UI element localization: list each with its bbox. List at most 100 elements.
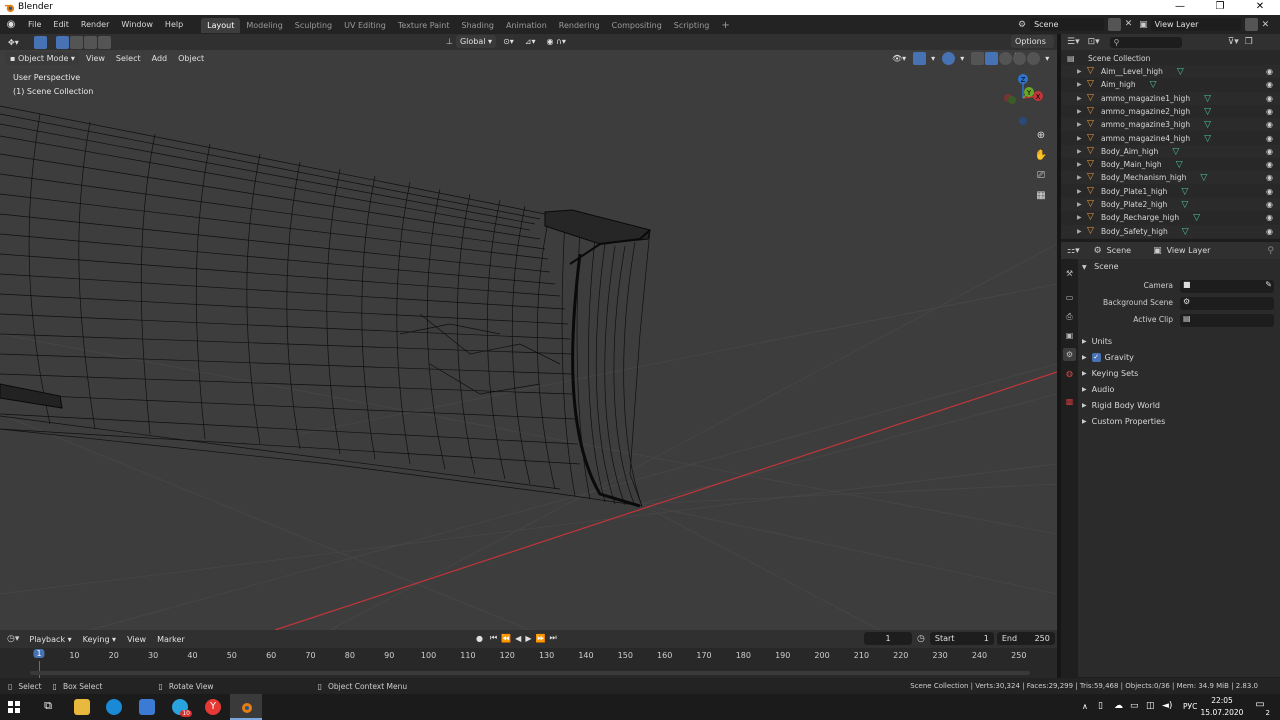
select-mode-extend-icon[interactable] <box>69 35 83 49</box>
visibility-eye-icon[interactable]: ◉ <box>1266 198 1273 211</box>
outliner-item[interactable]: ▶ ▽ ammo_magazine1_high ▽ ◉ <box>1061 91 1280 105</box>
expand-arrow-icon[interactable]: ▶ <box>1077 211 1082 224</box>
expand-arrow-icon[interactable]: ▶ <box>1077 78 1082 91</box>
select-mode-subtract-icon[interactable] <box>83 35 97 49</box>
blender-menu-icon[interactable]: ◉ <box>0 15 22 34</box>
close-button[interactable]: ✕ <box>1240 0 1280 15</box>
background-scene-field[interactable]: ⚙ <box>1180 297 1274 310</box>
output-tab-icon[interactable]: ⎙ <box>1063 310 1076 323</box>
tab-animation[interactable]: Animation <box>500 18 553 33</box>
notifications-icon[interactable]: ▭ 2 <box>1252 699 1270 717</box>
blender-taskbar-active[interactable] <box>230 694 262 720</box>
rigid-body-world-panel-header[interactable]: ▶ Rigid Body World <box>1082 397 1278 413</box>
viewport-scene[interactable] <box>0 34 1057 630</box>
outliner-item[interactable]: ▶ ▽ ammo_magazine3_high ▽ ◉ <box>1061 118 1280 132</box>
material-shading-icon[interactable] <box>1013 52 1027 65</box>
jump-keyframe-forward-icon[interactable]: ⏩ <box>535 634 545 643</box>
view-layer-tab-icon[interactable]: ▣ <box>1063 329 1076 342</box>
playback-menu[interactable]: Playback ▾ <box>25 633 75 646</box>
outliner-item[interactable]: ▶ ▽ Body_Safety_high ▽ ◉ <box>1061 224 1280 238</box>
expand-arrow-icon[interactable]: ▶ <box>1077 185 1082 198</box>
new-collection-icon[interactable]: ❐ <box>1245 37 1253 47</box>
units-panel-header[interactable]: ▶ Units <box>1082 333 1278 349</box>
record-icon[interactable]: ● <box>476 634 483 643</box>
zoom-icon[interactable]: ⊕ <box>1034 130 1048 144</box>
visibility-eye-icon[interactable]: ◉ <box>1266 65 1273 78</box>
select-mode-new-icon[interactable] <box>55 35 69 49</box>
select-mode-invert-icon[interactable] <box>97 35 111 49</box>
remove-view-layer-icon[interactable]: ✕ <box>1262 20 1270 30</box>
tab-layout[interactable]: Layout <box>201 18 241 33</box>
mesh-data-icon[interactable]: ▽ <box>1176 160 1183 170</box>
gravity-panel-header[interactable]: ▶ ✓ Gravity <box>1082 349 1278 365</box>
gravity-checkbox[interactable]: ✓ <box>1091 352 1101 362</box>
pin-icon[interactable]: ⚲ <box>1267 246 1274 256</box>
tray-chevron-icon[interactable]: ∧ <box>1082 702 1088 711</box>
scene-panel-header[interactable]: ▼ Scene <box>1082 260 1119 274</box>
visibility-eye-icon[interactable]: ◉ <box>1266 158 1273 171</box>
tab-scripting[interactable]: Scripting <box>668 18 716 33</box>
texture-tab-icon[interactable]: ▩ <box>1063 395 1076 408</box>
visibility-icon[interactable]: 👁▾ <box>888 52 910 65</box>
filter-icon[interactable]: ⊽▾ <box>1228 37 1239 47</box>
language-indicator[interactable]: РУС <box>1183 702 1197 711</box>
3d-viewport[interactable] <box>0 34 1057 630</box>
mesh-data-icon[interactable]: ▽ <box>1181 187 1188 197</box>
outliner-item[interactable]: ▶ ▽ Body_Plate1_high ▽ ◉ <box>1061 185 1280 198</box>
task-view-icon[interactable]: ⧉ <box>40 699 56 715</box>
end-frame-field[interactable]: End 250 <box>996 632 1055 645</box>
visibility-eye-icon[interactable]: ◉ <box>1266 211 1273 224</box>
visibility-eye-icon[interactable]: ◉ <box>1266 118 1273 131</box>
tray-monitor-icon[interactable]: ▭ <box>1130 701 1139 711</box>
rendered-shading-icon[interactable] <box>1027 52 1041 65</box>
menu-edit[interactable]: Edit <box>47 15 75 34</box>
outliner-item[interactable]: ▶ ▽ Body_Main_high ▽ ◉ <box>1061 158 1280 171</box>
gizmo-toggle-icon[interactable] <box>913 52 927 65</box>
wireframe-shading-icon[interactable] <box>985 52 999 65</box>
mesh-data-icon[interactable]: ▽ <box>1181 200 1188 210</box>
gizmo-dropdown-icon[interactable]: ▾ <box>927 52 939 65</box>
menu-object[interactable]: Object <box>174 52 208 65</box>
visibility-eye-icon[interactable]: ◉ <box>1266 225 1273 238</box>
visibility-eye-icon[interactable]: ◉ <box>1266 171 1273 184</box>
menu-select[interactable]: Select <box>112 52 145 65</box>
jump-keyframe-back-icon[interactable]: ⏪ <box>501 634 511 643</box>
mesh-data-icon[interactable]: ▽ <box>1182 227 1189 237</box>
snap-icon[interactable]: ⊿▾ <box>521 35 540 48</box>
expand-arrow-icon[interactable]: ▶ <box>1077 132 1082 145</box>
playhead-line[interactable] <box>39 661 40 678</box>
eyedropper-icon[interactable]: ✎ <box>1265 280 1272 289</box>
editor-type-icon[interactable]: ✥▾ <box>4 36 23 49</box>
camera-view-icon[interactable]: ⎚ <box>1034 170 1048 184</box>
expand-arrow-icon[interactable]: ▶ <box>1077 65 1082 78</box>
scene-selector[interactable]: Scene <box>1030 18 1105 31</box>
overlay-dropdown-icon[interactable]: ▾ <box>956 52 968 65</box>
outliner-item[interactable]: ▶ ▽ ammo_magazine2_high ▽ ◉ <box>1061 105 1280 118</box>
mesh-data-icon[interactable]: ▽ <box>1204 134 1211 144</box>
outliner-editor-icon[interactable]: ☰▾ <box>1067 37 1080 47</box>
outliner-item[interactable]: ▶ ▽ Body_Mechanism_high ▽ ◉ <box>1061 171 1280 185</box>
outliner-item[interactable]: ▶ ▽ Aim_high ▽ ◉ <box>1061 78 1280 91</box>
keying-sets-panel-header[interactable]: ▶ Keying Sets <box>1082 365 1278 381</box>
expand-arrow-icon[interactable]: ▶ <box>1077 225 1082 238</box>
tab-shading[interactable]: Shading <box>455 18 500 33</box>
jump-start-icon[interactable]: ⏮ <box>490 633 497 643</box>
timeline-view-menu[interactable]: View <box>123 633 150 646</box>
properties-editor-icon[interactable]: ⚏▾ <box>1067 246 1080 256</box>
tab-texture-paint[interactable]: Texture Paint <box>392 18 456 33</box>
visibility-eye-icon[interactable]: ◉ <box>1266 92 1273 105</box>
jump-end-icon[interactable]: ⏭ <box>549 633 556 643</box>
windows-start-icon[interactable] <box>6 699 22 715</box>
options-dropdown[interactable]: Options ▾ <box>1011 35 1054 59</box>
tab-sculpting[interactable]: Sculpting <box>289 18 338 33</box>
menu-window[interactable]: Window <box>115 15 159 34</box>
tray-volume-icon[interactable]: ◄) <box>1162 701 1172 711</box>
ortho-grid-icon[interactable]: ▦ <box>1034 190 1048 204</box>
visibility-eye-icon[interactable]: ◉ <box>1266 185 1273 198</box>
new-view-layer-icon[interactable] <box>1244 18 1258 31</box>
tab-modeling[interactable]: Modeling <box>240 18 288 33</box>
outliner-item[interactable]: ▶ ▽ Body_Aim_high ▽ ◉ <box>1061 144 1280 158</box>
visibility-eye-icon[interactable]: ◉ <box>1266 105 1273 118</box>
expand-arrow-icon[interactable]: ▶ <box>1077 105 1082 118</box>
clock-time[interactable]: 22:05 <box>1200 696 1244 705</box>
